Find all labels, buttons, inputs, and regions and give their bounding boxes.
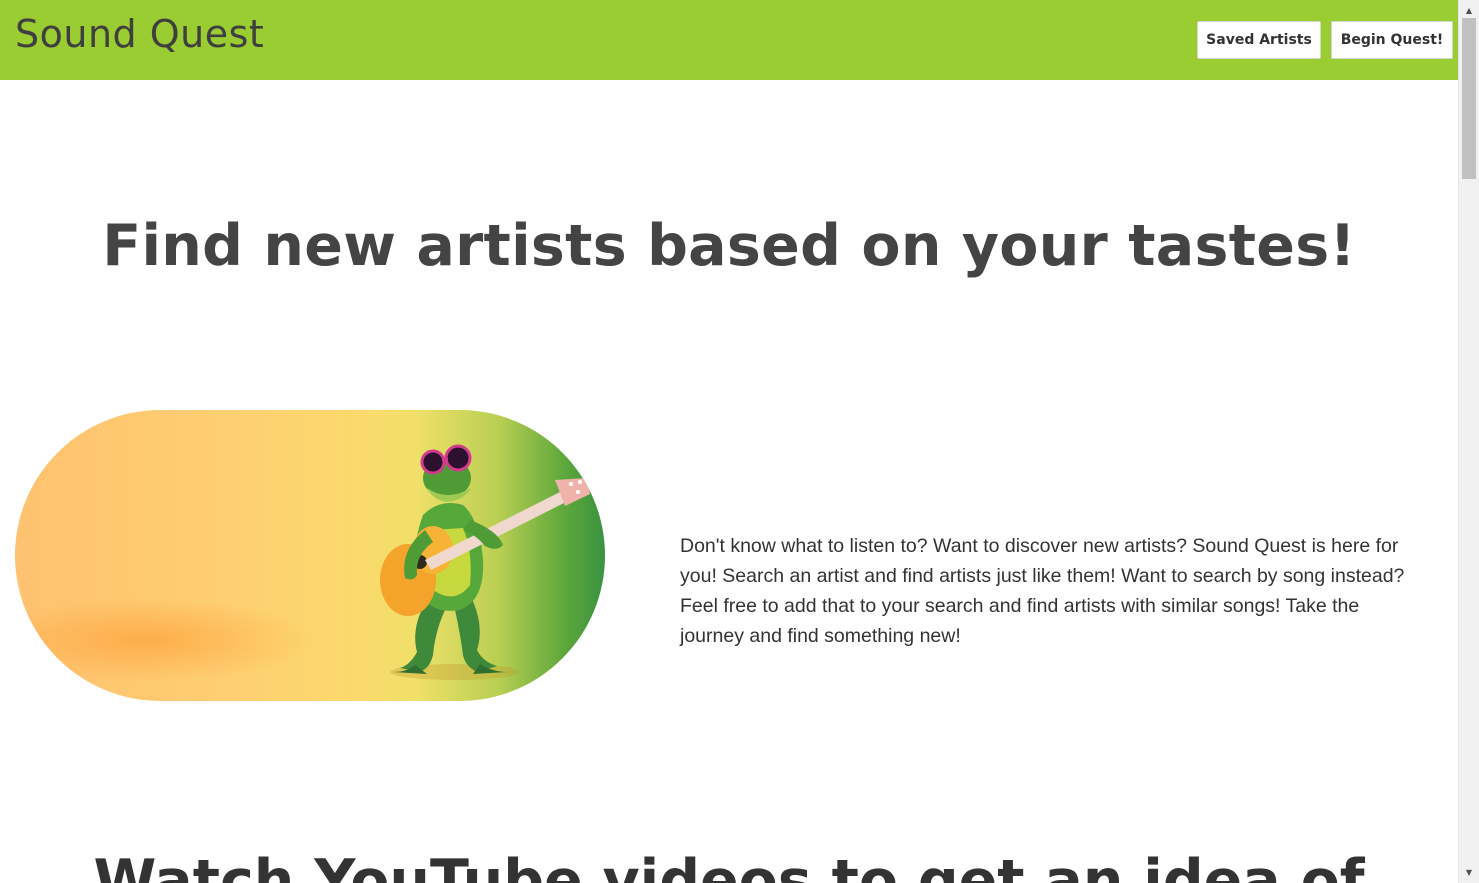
top-navbar: Sound Quest Saved Artists Begin Quest! — [0, 0, 1458, 80]
vertical-scrollbar[interactable]: ▲ ▼ — [1458, 0, 1479, 883]
triangle-up-icon[interactable]: ▲ — [1459, 2, 1479, 19]
triangle-down-icon[interactable]: ▼ — [1459, 864, 1479, 881]
saved-artists-button[interactable]: Saved Artists — [1197, 21, 1321, 59]
page: Sound Quest Saved Artists Begin Quest! F… — [0, 0, 1479, 883]
scrollbar-thumb[interactable] — [1462, 18, 1476, 179]
youtube-section-title: Watch YouTube videos to get an idea of — [93, 848, 1365, 883]
frog-guitar-illustration — [380, 444, 590, 680]
hero-title: Find new artists based on your tastes! — [102, 213, 1356, 279]
hero-description: Don't know what to listen to? Want to di… — [680, 535, 1405, 647]
brand-logo[interactable]: Sound Quest — [15, 13, 264, 56]
hero-image — [15, 410, 605, 701]
begin-quest-button[interactable]: Begin Quest! — [1331, 21, 1453, 59]
viewport: Sound Quest Saved Artists Begin Quest! F… — [0, 0, 1458, 883]
